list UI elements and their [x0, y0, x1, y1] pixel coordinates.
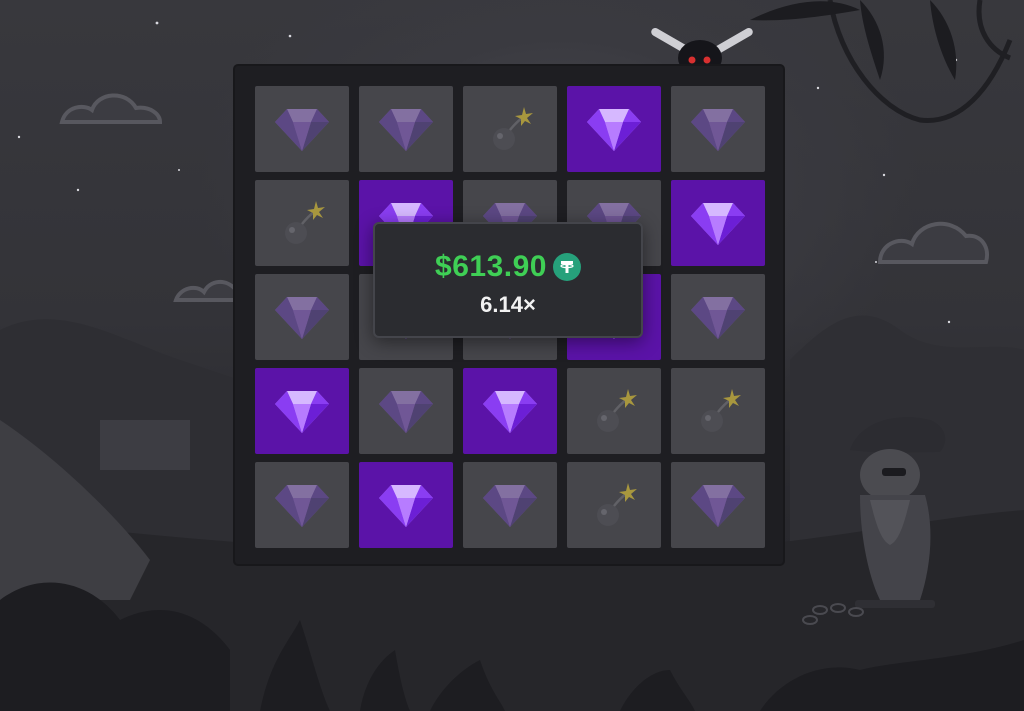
diamond-icon [691, 109, 745, 151]
mine-tile-r4-c3[interactable] [463, 368, 557, 454]
vines [827, 0, 1013, 123]
mine-tile-r5-c2[interactable] [359, 462, 453, 548]
diamond-icon [275, 485, 329, 527]
mine-tile-r4-c1[interactable] [255, 368, 349, 454]
diamond-icon [275, 109, 329, 151]
diamond-icon [483, 391, 537, 433]
diamond-icon [587, 109, 641, 151]
mine-tile-r3-c1[interactable] [255, 274, 349, 360]
mine-tile-r4-c5[interactable] [671, 368, 765, 454]
mine-tile-r1-c4[interactable] [567, 86, 661, 172]
diamond-icon [275, 391, 329, 433]
mine-tile-r3-c5[interactable] [671, 274, 765, 360]
bomb-icon [597, 389, 637, 432]
win-amount: $613.90 [435, 250, 547, 283]
mine-tile-r2-c1[interactable] [255, 180, 349, 266]
mine-tile-r1-c3[interactable] [463, 86, 557, 172]
mine-tile-r5-c4[interactable] [567, 462, 661, 548]
win-amount-row: $613.90 [375, 250, 641, 284]
diamond-icon [691, 485, 745, 527]
bomb-icon [701, 389, 741, 432]
mine-tile-r5-c5[interactable] [671, 462, 765, 548]
bomb-icon [285, 201, 325, 244]
diamond-icon [691, 203, 745, 245]
tether-icon [552, 253, 581, 281]
mine-tile-r5-c1[interactable] [255, 462, 349, 548]
diamond-icon [379, 391, 433, 433]
win-multiplier: 6.14× [480, 292, 536, 317]
bomb-icon [597, 483, 637, 526]
win-popup: $613.90 6.14× [373, 222, 643, 338]
bomb-icon [493, 107, 533, 150]
mine-tile-r5-c3[interactable] [463, 462, 557, 548]
diamond-icon [691, 297, 745, 339]
mine-tile-r4-c4[interactable] [567, 368, 661, 454]
diamond-icon [379, 485, 433, 527]
diamond-icon [483, 485, 537, 527]
mine-tile-r1-c2[interactable] [359, 86, 453, 172]
diamond-icon [379, 109, 433, 151]
mine-tile-r1-c5[interactable] [671, 86, 765, 172]
game-scene: $613.90 6.14× [0, 0, 1024, 711]
mine-tile-r2-c5[interactable] [671, 180, 765, 266]
mine-tile-r1-c1[interactable] [255, 86, 349, 172]
mine-tile-r4-c2[interactable] [359, 368, 453, 454]
diamond-icon [275, 297, 329, 339]
